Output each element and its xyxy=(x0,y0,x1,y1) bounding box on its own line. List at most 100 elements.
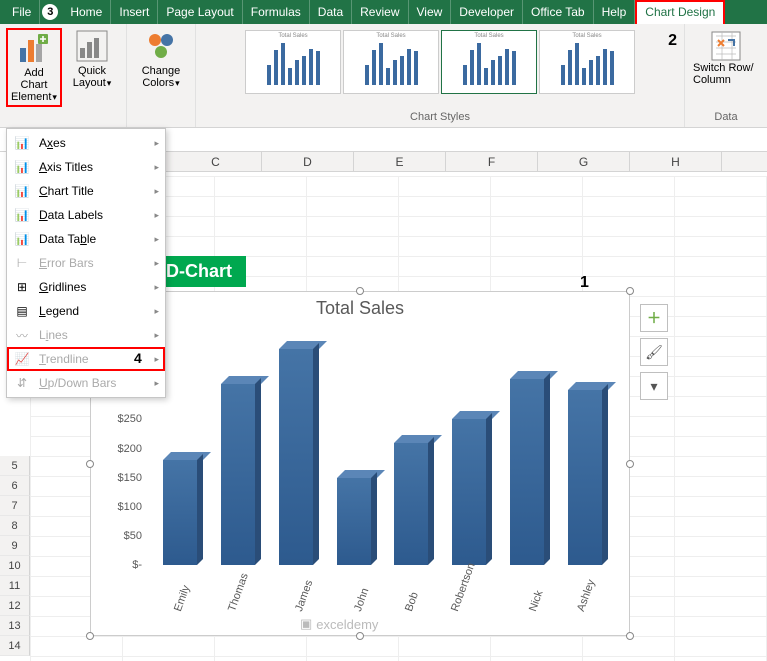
resize-handle[interactable] xyxy=(356,287,364,295)
col-H[interactable]: H xyxy=(630,152,722,171)
add-chart-element-icon xyxy=(18,32,50,64)
tab-data[interactable]: Data xyxy=(310,0,352,24)
resize-handle[interactable] xyxy=(626,460,634,468)
dd-axes[interactable]: 📊Axes▸ xyxy=(7,131,165,155)
style-thumb-3[interactable] xyxy=(441,30,537,94)
chart-title[interactable]: Total Sales xyxy=(91,292,629,325)
style-thumb-2[interactable] xyxy=(343,30,439,94)
bar-robertson[interactable] xyxy=(452,419,486,565)
dd-lines: 〰Lines▸ xyxy=(7,323,165,347)
chart-filters-button[interactable]: ▾ xyxy=(640,372,668,400)
data-group-label: Data xyxy=(714,111,737,123)
change-colors-icon xyxy=(145,30,177,62)
tab-page-layout[interactable]: Page Layout xyxy=(158,0,242,24)
tab-office-tab[interactable]: Office Tab xyxy=(523,0,594,24)
row-13[interactable]: 13 xyxy=(0,616,30,636)
tab-file[interactable]: File xyxy=(4,0,40,24)
chart-side-buttons: ＋ 🖌 ▾ xyxy=(640,304,668,400)
bar-john[interactable] xyxy=(337,478,371,565)
dd-chart-title[interactable]: 📊Chart Title▸ xyxy=(7,179,165,203)
trendline-icon: 📈 xyxy=(13,352,31,366)
x-axis: EmilyThomasJamesJohnBobRobertsonNickAshl… xyxy=(151,569,614,627)
col-F[interactable]: F xyxy=(446,152,538,171)
switch-row-column-label: Switch Row/ Column xyxy=(693,62,759,86)
resize-handle[interactable] xyxy=(626,287,634,295)
group-chart-layouts: Add Chart Element Quick Layout xyxy=(0,24,127,127)
dd-gridlines[interactable]: ⊞Gridlines▸ xyxy=(7,275,165,299)
chart-styles-label: Chart Styles xyxy=(410,111,470,123)
row-10[interactable]: 10 xyxy=(0,556,30,576)
brush-icon: 🖌 xyxy=(645,344,663,361)
tab-formulas[interactable]: Formulas xyxy=(243,0,310,24)
bar-thomas[interactable] xyxy=(221,384,255,565)
quick-layout-icon xyxy=(76,30,108,62)
tab-insert[interactable]: Insert xyxy=(111,0,158,24)
data-table-icon: 📊 xyxy=(13,232,31,246)
row-8[interactable]: 8 xyxy=(0,516,30,536)
row-12[interactable]: 12 xyxy=(0,596,30,616)
chart-styles-gallery[interactable] xyxy=(245,28,635,96)
legend-icon: ▤ xyxy=(13,304,31,318)
plot-area[interactable] xyxy=(151,332,614,565)
tab-view[interactable]: View xyxy=(409,0,452,24)
tab-home[interactable]: Home xyxy=(62,0,111,24)
resize-handle[interactable] xyxy=(626,632,634,640)
quick-layout-label: Quick Layout xyxy=(66,65,118,89)
group-data: Switch Row/ Column Data xyxy=(685,24,767,127)
quick-layout-button[interactable]: Quick Layout xyxy=(64,28,120,107)
bar-bob[interactable] xyxy=(394,443,428,565)
col-C[interactable]: C xyxy=(170,152,262,171)
bar-nick[interactable] xyxy=(510,379,544,565)
tab-help[interactable]: Help xyxy=(594,0,636,24)
chart-styles-button[interactable]: 🖌 xyxy=(640,338,668,366)
data-labels-icon: 📊 xyxy=(13,208,31,222)
add-chart-element-label: Add Chart Element xyxy=(10,67,58,103)
tab-review[interactable]: Review xyxy=(352,0,408,24)
dd-updown-bars: ⇵Up/Down Bars▸ xyxy=(7,371,165,395)
row-6[interactable]: 6 xyxy=(0,476,30,496)
dd-data-labels[interactable]: 📊Data Labels▸ xyxy=(7,203,165,227)
dd-error-bars: ⊢Error Bars▸ xyxy=(7,251,165,275)
style-thumb-4[interactable] xyxy=(539,30,635,94)
tab-chart-design[interactable]: Chart Design xyxy=(635,0,725,24)
x-label: Thomas xyxy=(226,572,294,629)
axis-titles-icon: 📊 xyxy=(13,160,31,174)
dd-legend[interactable]: ▤Legend▸ xyxy=(7,299,165,323)
col-E[interactable]: E xyxy=(354,152,446,171)
row-14[interactable]: 14 xyxy=(0,636,30,656)
resize-handle[interactable] xyxy=(86,632,94,640)
y-tick: $- xyxy=(132,559,142,571)
switch-row-column-button[interactable]: Switch Row/ Column xyxy=(691,28,761,88)
col-D[interactable]: D xyxy=(262,152,354,171)
tab-developer[interactable]: Developer xyxy=(451,0,523,24)
switch-row-column-icon xyxy=(710,30,742,62)
add-chart-element-button[interactable]: Add Chart Element xyxy=(6,28,62,107)
callout-3: 3 xyxy=(42,4,58,20)
chart-elements-button[interactable]: ＋ xyxy=(640,304,668,332)
ribbon-body: Add Chart Element Quick Layout Change Co… xyxy=(0,24,767,128)
axes-icon: 📊 xyxy=(13,136,31,150)
row-9[interactable]: 9 xyxy=(0,536,30,556)
row-11[interactable]: 11 xyxy=(0,576,30,596)
change-colors-label: Change Colors xyxy=(135,65,187,89)
bar-ashley[interactable] xyxy=(568,390,602,565)
y-tick: $150 xyxy=(118,472,142,484)
change-colors-button[interactable]: Change Colors xyxy=(133,28,189,91)
y-tick: $100 xyxy=(118,501,142,513)
dd-data-table[interactable]: 📊Data Table▸ xyxy=(7,227,165,251)
col-G[interactable]: G xyxy=(538,152,630,171)
row-5[interactable]: 5 xyxy=(0,456,30,476)
ribbon-tabs: File 3 Home Insert Page Layout Formulas … xyxy=(0,0,767,24)
error-bars-icon: ⊢ xyxy=(13,256,31,270)
style-thumb-1[interactable] xyxy=(245,30,341,94)
y-tick: $200 xyxy=(118,443,142,455)
bar-emily[interactable] xyxy=(163,460,197,565)
bar-james[interactable] xyxy=(279,349,313,565)
row-7[interactable]: 7 xyxy=(0,496,30,516)
group-change-colors: Change Colors xyxy=(127,24,196,127)
dd-axis-titles[interactable]: 📊Axis Titles▸ xyxy=(7,155,165,179)
resize-handle[interactable] xyxy=(356,632,364,640)
embedded-chart[interactable]: Total Sales $-$50$100$150$200$250$300$35… xyxy=(90,291,630,636)
plus-icon: ＋ xyxy=(647,308,661,328)
gridlines-icon: ⊞ xyxy=(13,280,31,294)
